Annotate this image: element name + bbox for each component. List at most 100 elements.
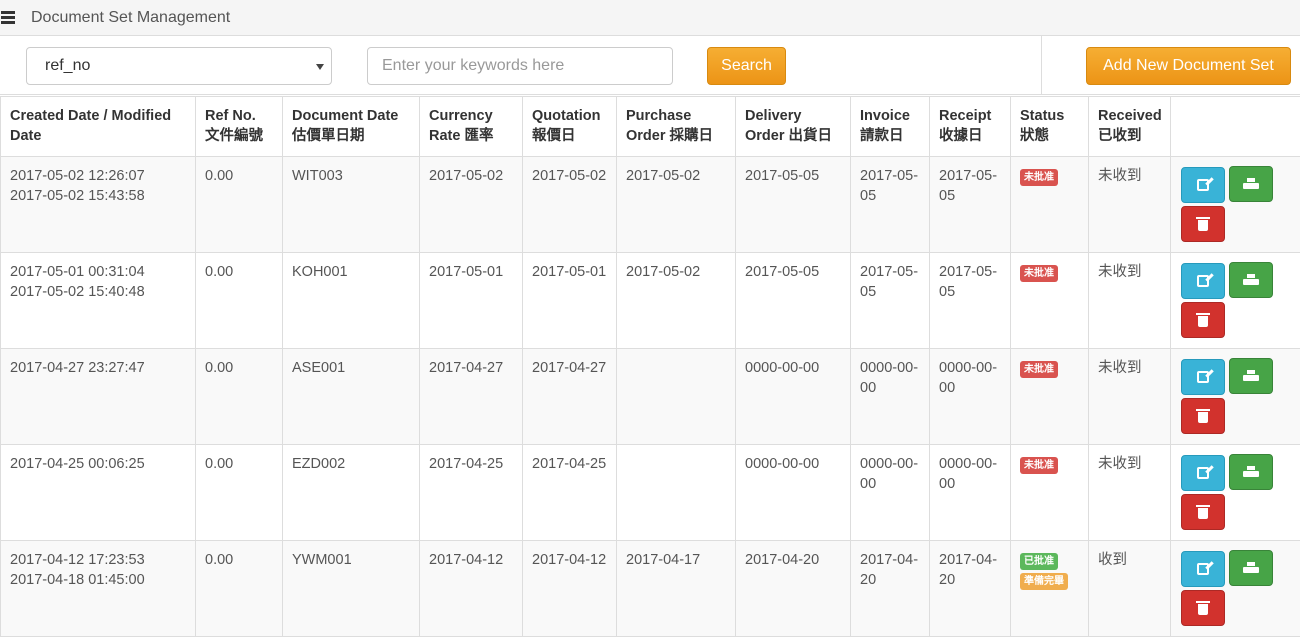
actions-cell [1171, 445, 1300, 541]
print-icon [1243, 562, 1259, 575]
document-date-cell: WIT003 [283, 157, 420, 253]
delivery-order-cell-text: 0000-00-00 [745, 360, 819, 376]
search-field-select[interactable]: ref_no [26, 47, 332, 85]
status-cell: 未批准 [1011, 157, 1089, 253]
search-input[interactable] [367, 47, 673, 85]
edit-button[interactable] [1181, 359, 1225, 395]
trash-icon [1197, 601, 1209, 615]
invoice-cell: 0000-00-00 [851, 349, 930, 445]
ref-no-cell: 0.00 [196, 445, 283, 541]
receipt-cell: 0000-00-00 [930, 445, 1011, 541]
created-modified-cell: 2017-05-02 12:26:072017-05-02 15:43:58 [1, 157, 196, 253]
toolbar-divider [1041, 36, 1042, 94]
purchase-order-cell-text: 2017-05-02 [626, 168, 700, 184]
currency-rate-cell: 2017-05-02 [420, 157, 523, 253]
purchase-order-cell: 2017-05-02 [617, 253, 736, 349]
invoice-cell: 2017-04-20 [851, 541, 930, 637]
document-set-table: Created Date / Modified DateRef No. 文件編號… [0, 96, 1300, 637]
add-document-set-button[interactable]: Add New Document Set [1086, 47, 1291, 85]
created-date: 2017-04-27 23:27:47 [10, 360, 145, 376]
received-cell-text: 未收到 [1098, 360, 1142, 376]
table-row: 2017-05-02 12:26:072017-05-02 15:43:58 0.… [1, 157, 1300, 253]
status-badge: 未批准 [1020, 457, 1058, 474]
delete-button[interactable] [1181, 206, 1225, 242]
actions-cell [1171, 541, 1300, 637]
received-cell-text: 未收到 [1098, 168, 1142, 184]
received-cell: 未收到 [1089, 349, 1171, 445]
title-bar: Document Set Management [0, 0, 1300, 36]
quotation-cell: 2017-04-25 [523, 445, 617, 541]
print-button[interactable] [1229, 262, 1273, 298]
purchase-order-cell-text: 2017-05-02 [626, 264, 700, 280]
column-header [1171, 97, 1300, 157]
print-icon [1243, 466, 1259, 479]
delivery-order-cell: 2017-05-05 [736, 253, 851, 349]
currency-rate-cell: 2017-04-27 [420, 349, 523, 445]
trash-icon [1197, 313, 1209, 327]
currency-rate-cell-text: 2017-04-27 [429, 360, 503, 376]
receipt-cell-text: 0000-00-00 [939, 360, 997, 396]
created-date: 2017-04-25 00:06:25 [10, 456, 145, 472]
delete-button[interactable] [1181, 494, 1225, 530]
column-header: Delivery Order 出貨日 [736, 97, 851, 157]
receipt-cell-text: 2017-05-05 [939, 168, 997, 204]
print-button[interactable] [1229, 166, 1273, 202]
actions-cell [1171, 157, 1300, 253]
delivery-order-cell: 2017-04-20 [736, 541, 851, 637]
purchase-order-cell: 2017-04-17 [617, 541, 736, 637]
trash-icon [1197, 505, 1209, 519]
edit-button[interactable] [1181, 167, 1225, 203]
edit-button[interactable] [1181, 551, 1225, 587]
received-cell: 未收到 [1089, 157, 1171, 253]
quotation-cell: 2017-05-01 [523, 253, 617, 349]
receipt-cell: 2017-05-05 [930, 157, 1011, 253]
created-modified-cell: 2017-04-27 23:27:47 [1, 349, 196, 445]
created-modified-cell: 2017-04-25 00:06:25 [1, 445, 196, 541]
ref-no-cell: 0.00 [196, 541, 283, 637]
table-header-row: Created Date / Modified DateRef No. 文件編號… [1, 97, 1300, 157]
ref-no-cell: 0.00 [196, 157, 283, 253]
delete-button[interactable] [1181, 302, 1225, 338]
column-header: Receipt 收據日 [930, 97, 1011, 157]
document-date-cell-text: ASE001 [292, 360, 345, 376]
created-date: 2017-05-01 00:31:04 [10, 264, 145, 280]
chevron-down-icon [316, 64, 324, 70]
table-row: 2017-04-25 00:06:25 0.00 EZD002 2017-04-252… [1, 445, 1300, 541]
column-header: Document Date 估價單日期 [283, 97, 420, 157]
table-row: 2017-04-27 23:27:470.00ASE0012017-04-272… [1, 349, 1300, 445]
receipt-cell-text: 0000-00-00 [939, 456, 997, 492]
delete-button[interactable] [1181, 398, 1225, 434]
status-badge: 未批准 [1020, 265, 1058, 282]
status-badge-secondary: 準備完畢 [1020, 573, 1068, 590]
column-header: Purchase Order 採購日 [617, 97, 736, 157]
edit-icon [1197, 371, 1209, 383]
column-header: Created Date / Modified Date [1, 97, 196, 157]
edit-button[interactable] [1181, 263, 1225, 299]
document-date-cell-text: EZD002 [292, 456, 345, 472]
print-button[interactable] [1229, 454, 1273, 490]
currency-rate-cell: 2017-05-01 [420, 253, 523, 349]
trash-icon [1197, 409, 1209, 423]
print-button[interactable] [1229, 550, 1273, 586]
quotation-cell: 2017-04-27 [523, 349, 617, 445]
currency-rate-cell: 2017-04-25 [420, 445, 523, 541]
invoice-cell: 2017-05-05 [851, 157, 930, 253]
search-field-select-value: ref_no [45, 57, 90, 74]
delivery-order-cell: 0000-00-00 [736, 349, 851, 445]
print-button[interactable] [1229, 358, 1273, 394]
ref-no-cell-text: 0.00 [205, 552, 233, 568]
delete-button[interactable] [1181, 590, 1225, 626]
search-button[interactable]: Search [707, 47, 786, 85]
delivery-order-cell-text: 0000-00-00 [745, 456, 819, 472]
invoice-cell-text: 0000-00-00 [860, 456, 918, 492]
table-body: 2017-05-02 12:26:072017-05-02 15:43:58 0.… [1, 157, 1300, 637]
edit-button[interactable] [1181, 455, 1225, 491]
status-cell: 已批准準備完畢 [1011, 541, 1089, 637]
ref-no-cell-text: 0.00 [205, 168, 233, 184]
quotation-cell-text: 2017-05-02 [532, 168, 606, 184]
delivery-order-cell-text: 2017-05-05 [745, 168, 819, 184]
print-icon [1243, 274, 1259, 287]
invoice-cell-text: 0000-00-00 [860, 360, 918, 396]
ref-no-cell-text: 0.00 [205, 264, 233, 280]
invoice-cell: 0000-00-00 [851, 445, 930, 541]
